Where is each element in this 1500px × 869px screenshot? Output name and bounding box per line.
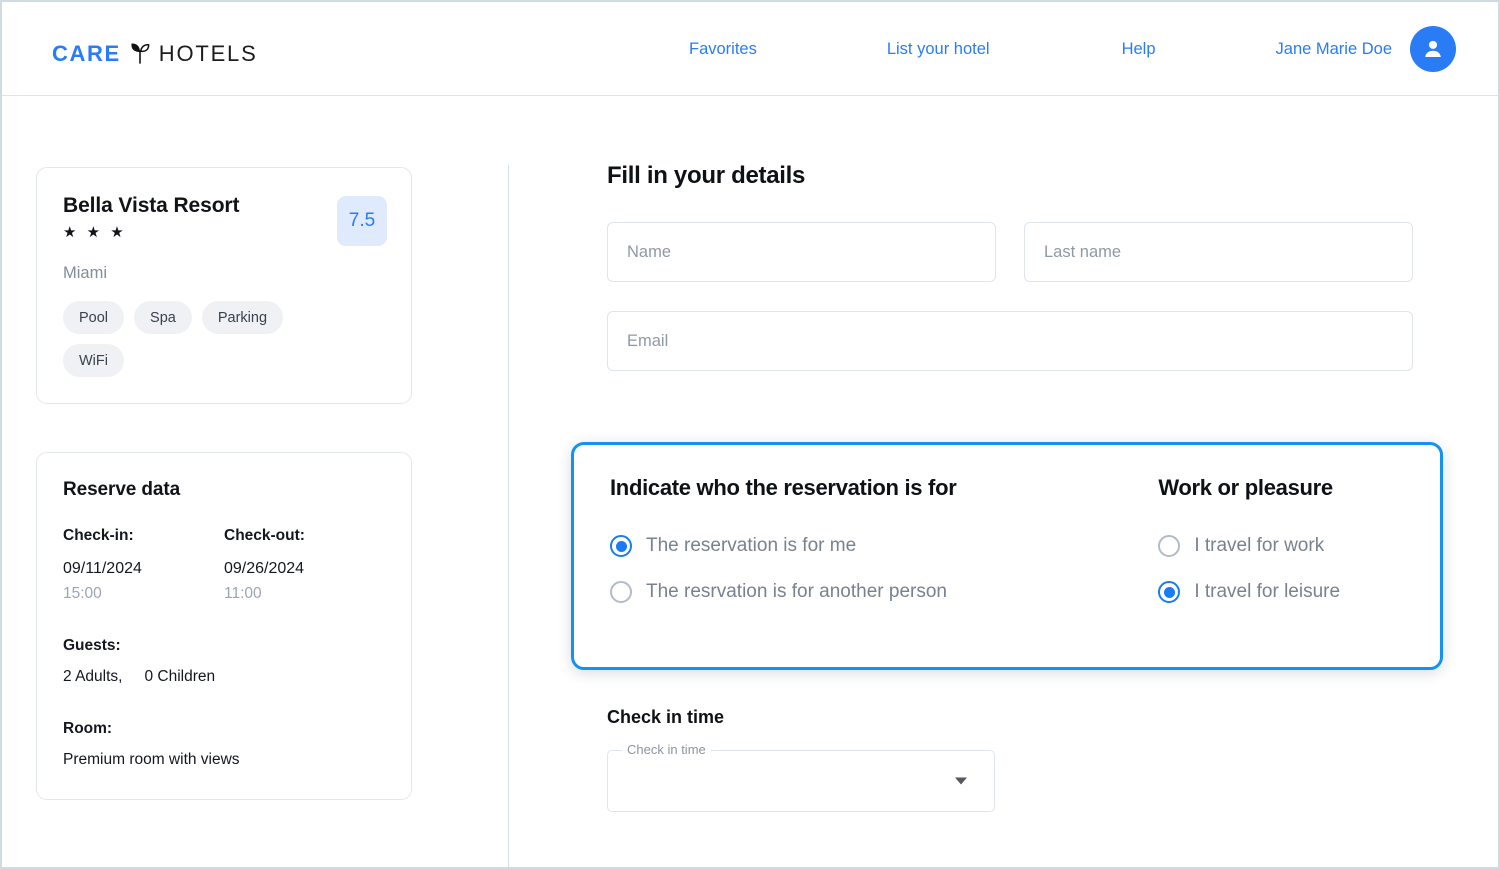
radio-reservation-for-me[interactable]: The reservation is for me [610,523,1158,569]
brand-logo[interactable]: CARE HOTELS [52,40,258,68]
work-or-pleasure-options: I travel for work I travel for leisure [1158,523,1404,615]
radio-label: The resrvation is for another person [646,581,947,602]
reserve-data-card: Reserve data Check-in: 09/11/2024 15:00 … [36,452,412,800]
reservation-preferences-inner: Indicate who the reservation is for The … [574,475,1440,615]
check-in-time-section: Check in time Check in time [607,707,1007,812]
guests-children: 0 Children [144,668,216,685]
checkin-block: Check-in: 09/11/2024 15:00 [63,527,224,603]
nav-user-name[interactable]: Jane Marie Doe [1276,40,1392,59]
name-fields-row: Name Last name [607,222,1437,282]
logo-care-text: CARE [52,41,121,66]
work-or-pleasure-title: Work or pleasure [1158,475,1333,500]
person-icon [1425,40,1441,58]
hotel-card: Bella Vista Resort ★ ★ ★ 7.5 Miami Pool … [36,167,412,404]
radio-label: The reservation is for me [646,535,857,556]
hotel-identity: Bella Vista Resort ★ ★ ★ [63,194,240,242]
name-input[interactable]: Name [607,222,996,282]
reservation-for-group: Indicate who the reservation is for The … [610,475,1158,615]
amenity-chip[interactable]: Parking [201,301,284,334]
logo-hotels-text: HOTELS [158,41,258,66]
radio-travel-for-leisure[interactable]: I travel for leisure [1158,569,1404,615]
nav-favorites[interactable]: Favorites [689,40,757,59]
email-input[interactable]: Email [607,311,1413,371]
site-header: CARE HOTELS Favorites List your hotel He… [2,2,1498,96]
details-form-column: Fill in your details Name Last name Emai… [571,162,1443,812]
radio-travel-for-work[interactable]: I travel for work [1158,523,1404,569]
radio-unselected-icon[interactable] [610,581,632,603]
dates-row: Check-in: 09/11/2024 15:00 Check-out: 09… [63,527,385,603]
guests-adults: 2 Adults, [63,668,123,685]
work-or-pleasure-group: Work or pleasure I travel for work I tra… [1158,475,1404,615]
check-in-time-field-label: Check in time [622,742,711,758]
checkout-block: Check-out: 09/26/2024 11:00 [224,527,385,603]
left-summary-column: Bella Vista Resort ★ ★ ★ 7.5 Miami Pool … [36,167,412,800]
room-block: Room: Premium room with views [63,720,385,769]
radio-reservation-for-another-person[interactable]: The resrvation is for another person [610,569,1158,615]
lastname-input[interactable]: Last name [1024,222,1413,282]
room-value: Premium room with views [63,751,240,768]
amenity-chip[interactable]: Spa [134,301,192,334]
score-badge: 7.5 [337,196,387,246]
checkin-date: 09/11/2024 [63,560,142,577]
check-in-time-select-box[interactable] [607,750,995,812]
checkin-time: 15:00 [63,585,102,602]
star-rating-icon: ★ ★ ★ [63,224,127,242]
nav-help[interactable]: Help [1122,40,1156,59]
radio-selected-icon[interactable] [1158,581,1181,603]
checkout-time: 11:00 [224,585,262,602]
sprout-leaf-icon [129,40,151,69]
amenity-chip-list: Pool Spa Parking WiFi [63,301,323,377]
checkout-date: 09/26/2024 [224,560,305,577]
reservation-preferences-panel: Indicate who the reservation is for The … [571,442,1443,670]
checkin-label: Check-in: [63,527,134,544]
hotel-name: Bella Vista Resort [63,194,240,217]
reservation-for-title: Indicate who the reservation is for [610,475,957,500]
checkout-label: Check-out: [224,527,305,544]
guests-value: 2 Adults, 0 Children [63,668,385,686]
radio-label: I travel for work [1194,535,1325,556]
room-label: Room: [63,720,113,737]
guests-label: Guests: [63,637,121,654]
reservation-for-options: The reservation is for me The resrvation… [610,523,1158,615]
radio-selected-icon[interactable] [610,535,632,557]
guests-block: Guests: 2 Adults, 0 Children [63,637,385,686]
hotel-card-header: Bella Vista Resort ★ ★ ★ 7.5 [63,194,387,246]
amenity-chip[interactable]: Pool [63,301,125,334]
check-in-time-select[interactable]: Check in time [607,742,995,812]
radio-label: I travel for leisure [1194,581,1341,602]
check-in-time-heading: Check in time [607,707,725,727]
nav-list-your-hotel[interactable]: List your hotel [887,40,990,59]
chevron-down-icon[interactable] [955,777,967,785]
radio-unselected-icon[interactable] [1158,535,1181,557]
column-divider [508,165,509,867]
page-title: Fill in your details [607,162,806,189]
booking-page: CARE HOTELS Favorites List your hotel He… [0,0,1500,869]
reserve-data-title: Reserve data [63,479,181,500]
amenity-chip[interactable]: WiFi [63,344,124,377]
avatar[interactable] [1410,26,1456,72]
hotel-city: Miami [63,264,107,282]
main-nav: Favorites List your hotel Help Jane Mari… [689,2,1456,96]
